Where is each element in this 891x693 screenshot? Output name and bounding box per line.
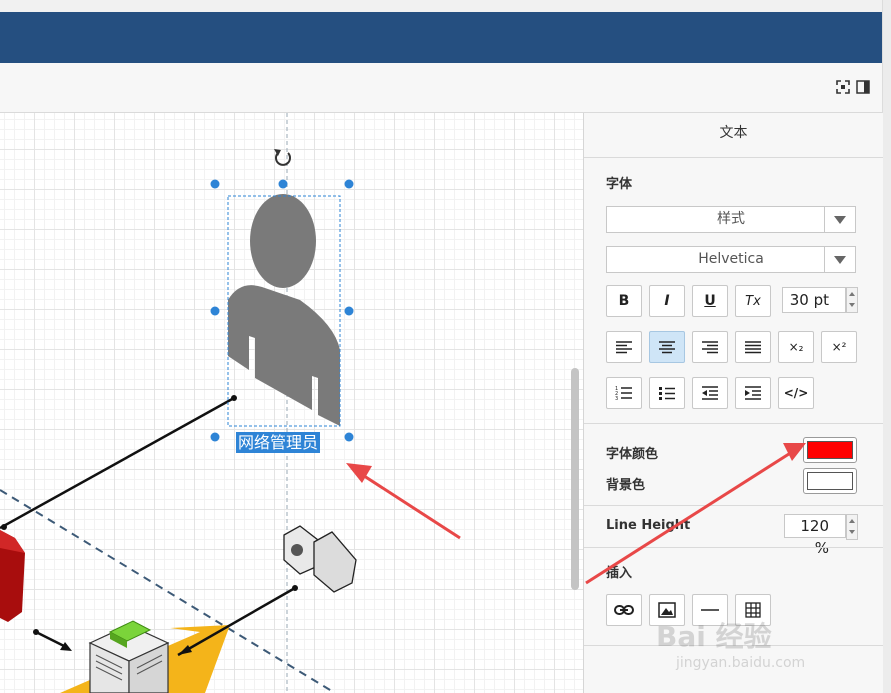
align-center-button[interactable]: [649, 331, 685, 363]
bullet-list-icon: [659, 387, 675, 400]
font-size-input[interactable]: 30 pt: [782, 287, 858, 313]
insert-section-label: 插入: [606, 566, 633, 581]
link-icon: [614, 605, 634, 615]
user-shape: [228, 194, 340, 426]
divider: [584, 505, 883, 506]
subscript-button[interactable]: ×₂: [778, 331, 814, 363]
firewall-shape: [0, 524, 25, 622]
camera-shape: [283, 525, 357, 593]
diagram-canvas[interactable]: [0, 113, 583, 693]
chevron-down-icon: [824, 247, 855, 272]
font-color-fill: [807, 441, 853, 459]
font-color-label: 字体颜色: [606, 447, 659, 462]
background-color-label: 背景色: [606, 478, 646, 493]
align-left-icon: [616, 341, 632, 354]
font-size-stepper[interactable]: [846, 287, 858, 313]
format-panel: 文本 字体 样式 Helvetica B I U Tx 30 pt ×₂ ×² …: [583, 113, 883, 693]
style-select[interactable]: 样式: [606, 206, 856, 233]
toolbar: [0, 63, 882, 113]
window-edge: [882, 0, 891, 693]
line-height-label: Line Height: [606, 518, 691, 533]
font-size-value: 30 pt: [789, 291, 829, 309]
top-strip: [0, 0, 882, 12]
horizontal-rule-icon: [701, 609, 719, 611]
html-button[interactable]: </>: [778, 377, 814, 409]
chevron-down-icon: [824, 207, 855, 232]
diagram-svg: [0, 113, 461, 693]
insert-link-button[interactable]: [606, 594, 642, 626]
fullscreen-icon[interactable]: [836, 80, 850, 94]
selected-shape-label[interactable]: 网络管理员: [236, 432, 321, 453]
line-height-input[interactable]: 120 %: [784, 514, 858, 557]
numbered-list-button[interactable]: 123: [606, 377, 642, 409]
background-color-swatch[interactable]: [803, 468, 857, 494]
server-shape: [88, 620, 170, 693]
font-family-value: Helvetica: [698, 251, 764, 267]
canvas-scrollbar[interactable]: [571, 368, 579, 590]
font-family-select[interactable]: Helvetica: [606, 246, 856, 273]
watermark-brand: Bai 经验: [656, 620, 772, 653]
justify-icon: [745, 341, 761, 354]
align-left-button[interactable]: [606, 331, 642, 363]
indent-icon: [745, 386, 761, 400]
clear-format-button[interactable]: Tx: [735, 285, 771, 317]
bold-button[interactable]: B: [606, 285, 642, 317]
align-center-icon: [659, 341, 675, 354]
align-right-button[interactable]: [692, 331, 728, 363]
format-panel-toggle-icon[interactable]: [856, 80, 870, 94]
divider: [584, 423, 883, 424]
bullet-list-button[interactable]: [649, 377, 685, 409]
watermark-url: jingyan.baidu.com: [676, 655, 806, 671]
title-bar: [0, 12, 882, 63]
panel-tab-text[interactable]: 文本: [584, 113, 883, 158]
numbered-list-icon: 123: [615, 386, 632, 401]
watermark: Bai 经验 jingyan.baidu.com: [656, 615, 805, 671]
font-section-label: 字体: [606, 177, 633, 192]
font-color-swatch[interactable]: [803, 437, 857, 463]
underline-button[interactable]: U: [692, 285, 728, 317]
justify-button[interactable]: [735, 331, 771, 363]
svg-text:3: 3: [615, 396, 618, 401]
line-height-value: 120 %: [800, 517, 829, 557]
outdent-button[interactable]: [692, 377, 728, 409]
background-color-fill: [807, 472, 853, 490]
line-height-stepper[interactable]: [846, 514, 858, 540]
superscript-button[interactable]: ×²: [821, 331, 857, 363]
divider: [584, 547, 883, 548]
italic-button[interactable]: I: [649, 285, 685, 317]
style-select-value: 样式: [717, 211, 745, 227]
align-right-icon: [702, 341, 718, 354]
indent-button[interactable]: [735, 377, 771, 409]
rotate-handle-icon: [274, 149, 291, 166]
outdent-icon: [702, 386, 718, 400]
